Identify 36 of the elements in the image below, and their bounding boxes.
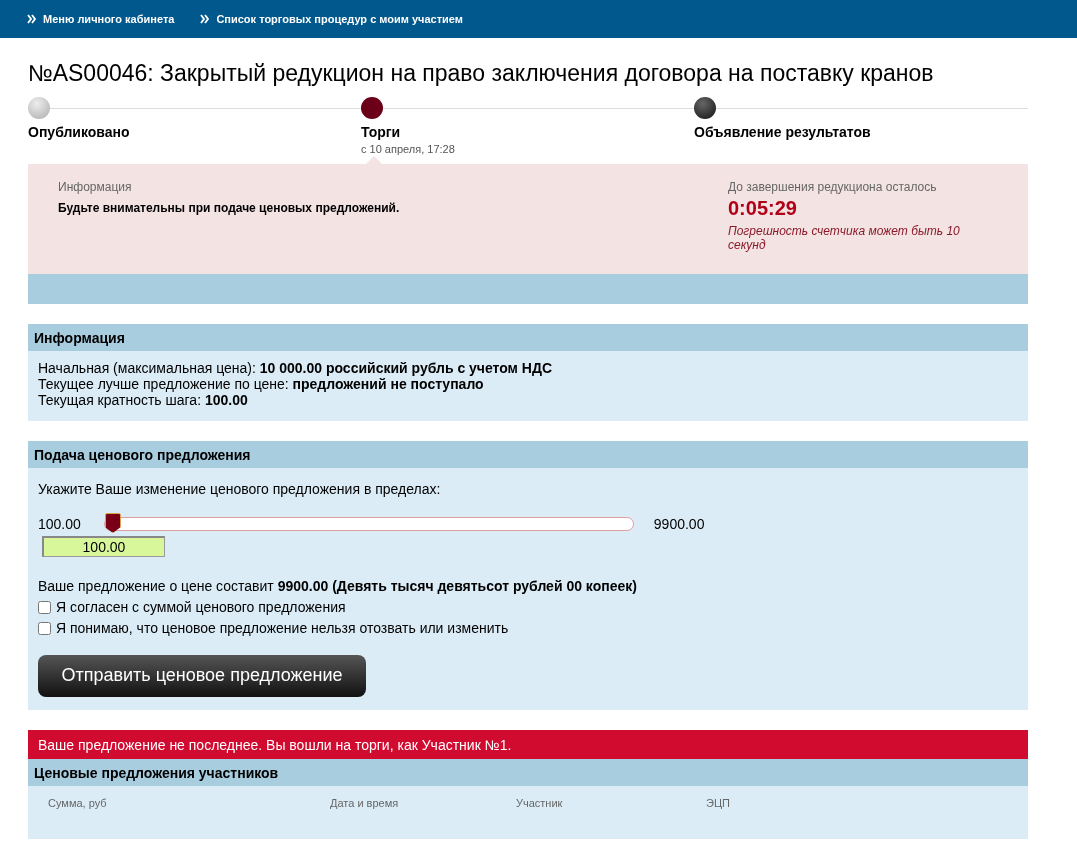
column-header: Сумма, руб [48, 797, 108, 809]
checkbox-label: Я понимаю, что ценовое предложение нельзя отозвать или изменить [56, 620, 509, 636]
info-line: Начальная (максимальная цена): 10 000.00 российский рубль с учетом НДС [38, 360, 554, 376]
checkbox[interactable] [38, 600, 51, 614]
column-header: Участник [516, 797, 564, 809]
page-title: №AS00046: Закрытый редукцион на право заключения договора на поставку кранов [28, 60, 934, 87]
double-chevron-icon [200, 14, 211, 24]
stage-label: Объявление результатов [694, 124, 871, 140]
bid-summary: Ваше предложение о цене составит 9900.00 (Девять тысяч девятьсот рублей 00 копеек) [38, 578, 638, 594]
column-header: ЭЦП [706, 797, 731, 809]
bid-prompt: Укажите Ваше изменение ценового предложения в пределах: [38, 481, 442, 497]
stage-label: Торги [361, 124, 401, 140]
section-header: Подача ценового предложения [28, 441, 1028, 468]
range-min: 100.00 [38, 516, 81, 532]
range-max: 9900.00 [653, 516, 705, 532]
checkbox[interactable] [38, 621, 51, 635]
alert-banner: Ваше предложение не последнее. Вы вошли на торги, как Участник №1. [28, 730, 1028, 759]
section-header: Информация [28, 324, 1028, 351]
info-line: Текущая кратность шага: 100.00 [38, 392, 249, 408]
column-header: Дата и время [330, 797, 400, 809]
nav-link[interactable]: Список торговых процедур с моим участием [200, 13, 463, 25]
slider-handle[interactable] [104, 513, 121, 533]
stage-label: Опубликовано [28, 124, 130, 140]
checkbox-label: Я согласен с суммой ценового предложения [56, 599, 346, 615]
submit-bid-button[interactable]: Отправить ценовое предложение [38, 655, 366, 697]
section-header: Ценовые предложения участников [28, 759, 1028, 786]
info-line: Текущее лучше предложение по цене: предложений не поступало [38, 376, 485, 392]
notice-caption: Информация [58, 180, 133, 194]
amount-field[interactable]: 100.00 [42, 536, 165, 557]
countdown-timer: 0:05:29 [728, 197, 798, 220]
double-chevron-icon [27, 14, 37, 24]
notice-message: Будьте внимательны при подаче ценовых предложений. [58, 201, 400, 215]
nav-link[interactable]: Меню личного кабинета [27, 13, 175, 25]
timer-note: Погрешность счетчика может быть 10 секунд [728, 224, 961, 252]
timer-caption: До завершения редукциона осталось [728, 180, 938, 194]
stage-date: с 10 апреля, 17:28 [361, 143, 455, 155]
